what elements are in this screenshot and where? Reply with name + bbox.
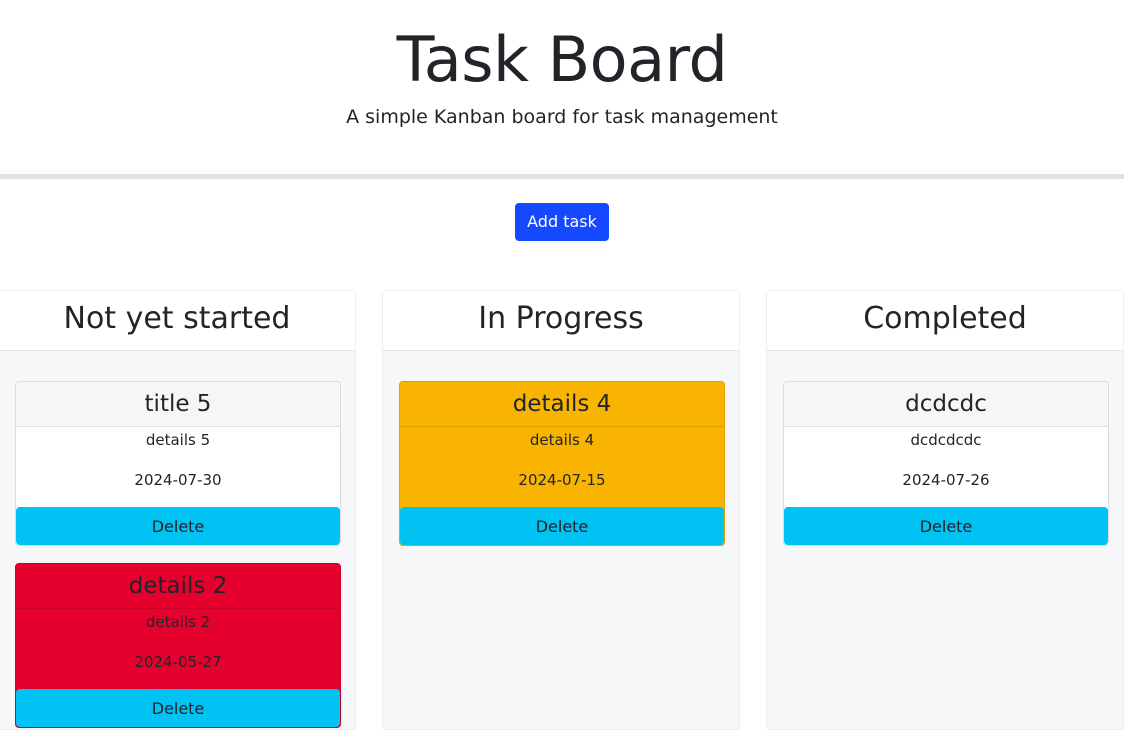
page-subtitle: A simple Kanban board for task managemen… [346,106,778,128]
task-details: details 5 [145,431,211,449]
lane-completed: Completed dcdcdc dcdcdcdc 2024-07-26 Del… [766,290,1124,730]
task-title: details 4 [400,382,724,427]
task-date: 2024-07-26 [902,471,990,489]
lane-title: In Progress [383,291,739,351]
task-card: title 5 details 5 2024-07-30 Delete [15,381,341,546]
task-date: 2024-07-30 [134,471,222,489]
lane-title: Completed [767,291,1123,351]
task-date: 2024-05-27 [134,653,222,671]
delete-task-button[interactable]: Delete [400,507,724,545]
lane-title: Not yet started [0,291,355,351]
delete-task-button[interactable]: Delete [16,507,340,545]
toolbar: Add task [0,203,1124,241]
lane-not-yet-started: Not yet started title 5 details 5 2024-0… [0,290,356,730]
task-details: details 2 [145,613,211,631]
task-title: title 5 [16,382,340,427]
page-title: Task Board [396,23,728,96]
task-details: dcdcdcdc [910,431,982,449]
task-card: details 2 details 2 2024-05-27 Delete [15,563,341,728]
task-title: dcdcdc [784,382,1108,427]
task-details: details 4 [529,431,595,449]
delete-task-button[interactable]: Delete [784,507,1108,545]
lane-in-progress: In Progress details 4 details 4 2024-07-… [382,290,740,730]
task-date: 2024-07-15 [518,471,606,489]
task-title: details 2 [16,564,340,609]
page-header: Task Board A simple Kanban board for tas… [0,0,1124,179]
add-task-button[interactable]: Add task [515,203,609,241]
delete-task-button[interactable]: Delete [16,689,340,727]
task-card: dcdcdc dcdcdcdc 2024-07-26 Delete [783,381,1109,546]
task-card: details 4 details 4 2024-07-15 Delete [399,381,725,546]
